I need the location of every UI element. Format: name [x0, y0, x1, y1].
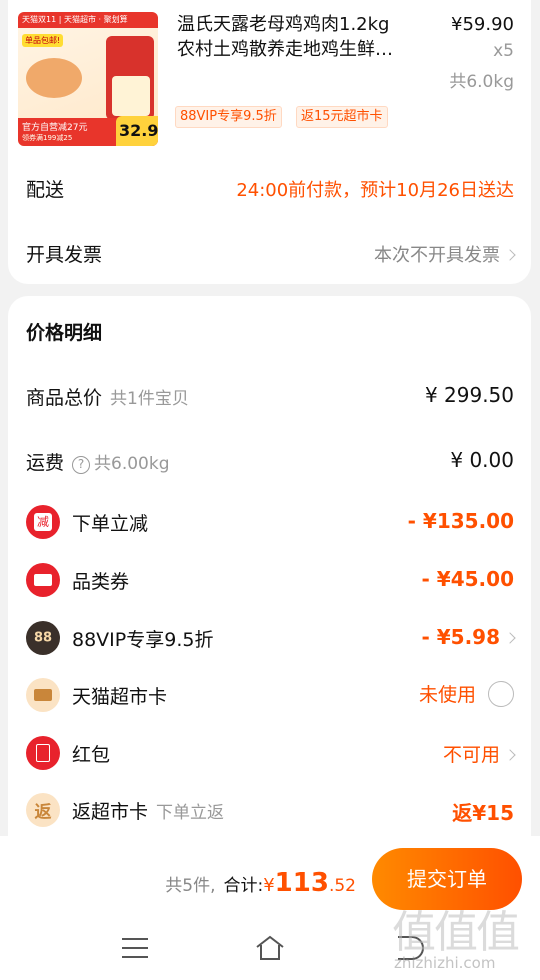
total-currency: ¥ — [263, 875, 275, 896]
delivery-label: 配送 — [26, 179, 65, 201]
chevron-right-icon — [504, 632, 516, 644]
red-packet-value: 不可用 — [442, 744, 500, 766]
category-coupon-value: - ¥45.00 — [421, 567, 514, 591]
help-icon[interactable]: ? — [72, 456, 91, 474]
supermarket-card-row[interactable]: 未使用 — [419, 680, 514, 707]
product-title-line1: 温氏天露老母鸡鸡肉1.2kg — [177, 14, 390, 35]
product-thumbnail[interactable]: 天猫双11 | 天猫超市 · 聚划算 单品包邮! 官方自营减27元 领券满199… — [18, 12, 158, 146]
ticket-icon — [26, 563, 60, 597]
coupon-reduce-icon: 减 — [26, 505, 60, 539]
rebate-sub: 下单立返 — [156, 803, 225, 823]
rebate-value: 返¥15 — [452, 801, 514, 825]
thumb-top-band: 天猫双11 | 天猫超市 · 聚划算 — [18, 12, 158, 28]
order-summary: 共5件, 合计:¥113.52 — [165, 868, 356, 898]
vip-discount-value: - ¥5.98 — [421, 625, 500, 649]
supermarket-card-radio[interactable] — [488, 681, 514, 707]
rebate-label: 返超市卡 — [72, 801, 149, 823]
total-value: ¥ 299.50 — [424, 383, 514, 407]
supermarket-card-label: 天猫超市卡 — [72, 686, 168, 708]
shipping-sub: 共6.00kg — [94, 454, 170, 474]
card-icon — [26, 678, 60, 712]
supermarket-card-value: 未使用 — [418, 684, 476, 706]
category-coupon-label: 品类券 — [72, 571, 130, 593]
thumb-top-text: 天猫双11 | 天猫超市 · 聚划算 — [22, 15, 128, 24]
product-title[interactable]: 温氏天露老母鸡鸡肉1.2kg 农村土鸡散养走地鸡生鲜… — [177, 12, 427, 62]
red-packet-row[interactable]: 不可用 — [442, 740, 516, 767]
product-title-line2: 农村土鸡散养走地鸡生鲜… — [177, 39, 393, 60]
thumb-badge: 单品包邮! — [22, 34, 64, 47]
chevron-right-icon — [504, 249, 516, 261]
total-label: 合计: — [223, 876, 264, 896]
rebate-tag: 返15元超市卡 — [296, 106, 388, 128]
product-quantity: x5 — [493, 41, 514, 61]
delivery-value: 24:00前付款，预计10月26日送达 — [236, 180, 514, 201]
total-row-label: 商品总价 共1件宝贝 — [26, 383, 189, 410]
vip-discount-label: 88VIP专享9.5折 — [72, 629, 214, 651]
thumb-price: 32.9 — [119, 121, 158, 140]
thumb-promo-line1: 官方自营减27元 — [22, 123, 88, 133]
chicken-image — [26, 58, 82, 98]
shipping-label: 运费 — [26, 452, 65, 474]
invoice-value: 本次不开具发票 — [374, 245, 500, 266]
item-count: 共5件, — [165, 876, 216, 896]
discount-order-value: - ¥135.00 — [407, 509, 514, 533]
site-watermark: 值值值 zhizhizhi.com — [392, 896, 534, 976]
return-icon: 返 — [26, 793, 60, 827]
watermark-glyphs: 值值值 — [392, 907, 520, 958]
vip-discount-row[interactable]: - ¥5.98 — [421, 625, 516, 649]
menu-icon[interactable] — [122, 938, 148, 958]
88vip-icon: 88 — [26, 621, 60, 655]
product-weight: 共6.0kg — [449, 72, 514, 92]
shipping-row-label: 运费? 共6.00kg — [26, 448, 170, 475]
red-packet-icon — [26, 736, 60, 770]
invoice-label: 开具发票 — [26, 244, 103, 266]
rebate-row-label: 返超市卡 下单立返 — [72, 797, 224, 824]
watermark-url: zhizhizhi.com — [394, 954, 496, 972]
thumb-price-badge: 32.9 — [116, 116, 158, 146]
discount-order-label: 下单立减 — [72, 513, 149, 535]
product-price: ¥59.90 — [451, 14, 514, 35]
total-sub: 共1件宝贝 — [110, 389, 189, 409]
shipping-value: ¥ 0.00 — [450, 448, 514, 472]
total-integer: 113 — [274, 868, 329, 898]
package-label-image — [112, 76, 150, 116]
thumb-promo-line2: 领券满199减25 — [22, 134, 73, 142]
chevron-right-icon — [504, 749, 516, 761]
total-label: 商品总价 — [26, 387, 103, 409]
price-details-title: 价格明细 — [26, 322, 103, 344]
return-icon-glyph: 返 — [34, 802, 52, 823]
red-packet-label: 红包 — [72, 744, 111, 766]
vip-discount-tag: 88VIP专享9.5折 — [175, 106, 282, 128]
home-icon[interactable] — [254, 934, 286, 962]
total-decimal: .52 — [328, 876, 356, 896]
invoice-row[interactable]: 本次不开具发票 — [374, 241, 516, 267]
